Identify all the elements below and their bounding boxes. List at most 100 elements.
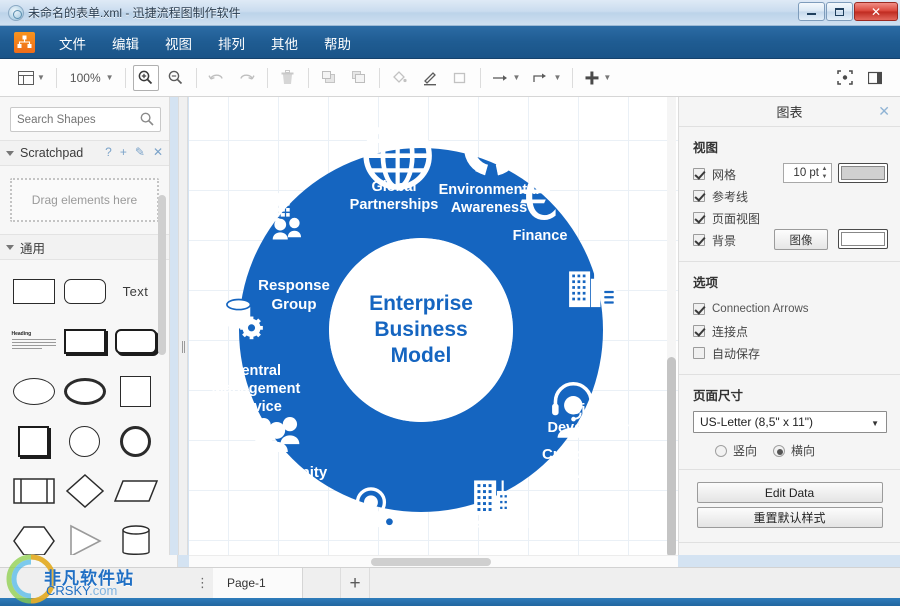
search-input[interactable] bbox=[17, 108, 132, 131]
grid-size-input[interactable]: 10 pt ▲▼ bbox=[783, 163, 832, 183]
shape-triangle[interactable] bbox=[63, 526, 107, 555]
scratchpad-header[interactable]: Scratchpad ? + ✎ ✕ bbox=[0, 140, 169, 166]
fullscreen-button[interactable] bbox=[832, 65, 858, 91]
segment-label-line: Community bbox=[245, 464, 328, 481]
menu-arrange[interactable]: 排列 bbox=[205, 29, 258, 57]
arrow-style-button[interactable]: ▼ bbox=[488, 65, 525, 91]
connection-arrows-checkbox[interactable] bbox=[693, 303, 705, 315]
general-shapes-header[interactable]: 通用 bbox=[0, 234, 169, 260]
zoom-out-button[interactable] bbox=[163, 65, 189, 91]
shape-diamond[interactable] bbox=[63, 476, 107, 506]
orientation-portrait[interactable]: 竖向 bbox=[715, 442, 757, 459]
shape-circle[interactable] bbox=[63, 426, 107, 456]
edit-data-button[interactable]: Edit Data bbox=[697, 482, 883, 503]
view-layout-button[interactable]: ▼ bbox=[14, 65, 49, 91]
orientation-landscape[interactable]: 横向 bbox=[773, 442, 815, 459]
shapes-scrollbar-thumb[interactable] bbox=[158, 195, 166, 355]
close-icon[interactable]: ✕ bbox=[153, 145, 163, 159]
shape-rounded-rectangle[interactable] bbox=[63, 276, 107, 306]
shape-ellipse-thick[interactable] bbox=[63, 376, 107, 406]
shape-text[interactable]: Text bbox=[114, 276, 158, 306]
sidebar-splitter[interactable] bbox=[178, 97, 188, 555]
portrait-radio[interactable] bbox=[715, 445, 727, 457]
trash-icon bbox=[281, 70, 294, 85]
connection-points-checkbox[interactable] bbox=[693, 325, 705, 337]
shape-text-label: Text bbox=[123, 284, 149, 299]
shape-cylinder[interactable] bbox=[114, 526, 158, 555]
search-box[interactable] bbox=[10, 107, 161, 132]
menu-items: 文件 编辑 视图 排列 其他 帮助 bbox=[46, 26, 364, 59]
help-icon[interactable]: ? bbox=[105, 145, 112, 159]
toggle-panel-button[interactable] bbox=[862, 65, 888, 91]
scrollbar-thumb[interactable] bbox=[667, 357, 676, 555]
guides-checkbox[interactable] bbox=[693, 190, 705, 202]
page-menu-icon[interactable]: ⋮ bbox=[196, 576, 209, 589]
insert-button[interactable]: ▼ bbox=[580, 65, 615, 91]
grid-checkbox[interactable] bbox=[693, 168, 705, 180]
background-image-button[interactable]: 图像 bbox=[774, 229, 828, 250]
undo-button[interactable] bbox=[204, 65, 230, 91]
fill-color-button[interactable] bbox=[387, 65, 413, 91]
elbow-connector-icon bbox=[532, 71, 550, 85]
shape-circle-thick[interactable] bbox=[114, 426, 158, 456]
shape-hexagon[interactable] bbox=[12, 526, 56, 555]
segment-label-line: Group bbox=[272, 296, 317, 313]
shape-process[interactable] bbox=[12, 476, 56, 506]
landscape-radio[interactable] bbox=[773, 445, 785, 457]
canvas-vertical-scrollbar[interactable] bbox=[667, 97, 676, 555]
segment-finance[interactable]: € Finance bbox=[513, 161, 568, 244]
menu-edit[interactable]: 编辑 bbox=[99, 29, 152, 57]
page-tab-label: Page-1 bbox=[227, 576, 266, 590]
zoom-level-button[interactable]: 100% ▼ bbox=[64, 65, 118, 91]
redo-button[interactable] bbox=[234, 65, 260, 91]
close-button[interactable]: ✕ bbox=[854, 2, 898, 21]
maximize-button[interactable] bbox=[826, 2, 853, 21]
delete-button[interactable] bbox=[275, 65, 301, 91]
shadow-button[interactable] bbox=[447, 65, 473, 91]
menu-extras[interactable]: 其他 bbox=[258, 29, 311, 57]
zoom-in-button[interactable] bbox=[133, 65, 159, 91]
send-to-back-button[interactable] bbox=[346, 65, 372, 91]
shape-rectangle[interactable] bbox=[12, 276, 56, 306]
spinner-arrows-icon[interactable]: ▲▼ bbox=[819, 165, 830, 181]
autosave-checkbox[interactable] bbox=[693, 347, 705, 359]
shape-parallelogram[interactable] bbox=[114, 476, 158, 506]
page-tab-page-1[interactable]: Page-1 bbox=[213, 568, 303, 598]
grid-color-swatch[interactable] bbox=[838, 163, 888, 183]
shape-square-shadow[interactable] bbox=[12, 426, 56, 456]
scrollbar-thumb[interactable] bbox=[371, 558, 491, 566]
background-checkbox[interactable] bbox=[693, 234, 705, 246]
reset-default-style-button[interactable]: 重置默认样式 bbox=[697, 507, 883, 528]
scratchpad-dropzone[interactable]: Drag elements here bbox=[10, 178, 159, 222]
diagram-canvas[interactable]: Enterprise Business Model Global Partner… bbox=[189, 97, 678, 555]
shape-heading-text[interactable]: Heading bbox=[12, 326, 56, 356]
close-icon: ✕ bbox=[855, 3, 897, 20]
line-color-button[interactable] bbox=[417, 65, 443, 91]
shape-rectangle-shadow[interactable] bbox=[63, 326, 107, 356]
close-icon[interactable]: ✕ bbox=[878, 103, 890, 120]
menu-file[interactable]: 文件 bbox=[46, 29, 99, 57]
waypoint-style-button[interactable]: ▼ bbox=[528, 65, 565, 91]
send-to-back-icon bbox=[351, 70, 367, 85]
bring-to-front-button[interactable] bbox=[316, 65, 342, 91]
canvas-horizontal-scrollbar[interactable] bbox=[189, 555, 678, 567]
edit-icon[interactable]: ✎ bbox=[135, 145, 145, 159]
toolbar-separator bbox=[56, 68, 57, 88]
shape-square[interactable] bbox=[114, 376, 158, 406]
minimize-button[interactable] bbox=[798, 2, 825, 21]
shape-row bbox=[0, 416, 169, 466]
shape-rounded-rectangle-shadow[interactable] bbox=[114, 326, 158, 356]
format-panel: 图表 ✕ 视图 网格 10 pt ▲▼ 参考线 页面视图 bbox=[678, 97, 900, 555]
view-section: 视图 网格 10 pt ▲▼ 参考线 页面视图 背景 图 bbox=[679, 127, 900, 262]
add-icon[interactable]: + bbox=[120, 145, 127, 159]
menu-view[interactable]: 视图 bbox=[152, 29, 205, 57]
enterprise-business-model-diagram[interactable]: Enterprise Business Model Global Partner… bbox=[189, 97, 678, 555]
menu-help[interactable]: 帮助 bbox=[311, 29, 364, 57]
add-page-button[interactable]: + bbox=[340, 568, 370, 598]
page-size-select[interactable]: US-Letter (8,5" x 11") ▼ bbox=[693, 411, 887, 433]
grid-row: 网格 10 pt ▲▼ bbox=[693, 163, 888, 185]
page-view-checkbox[interactable] bbox=[693, 212, 705, 224]
shape-ellipse[interactable] bbox=[12, 376, 56, 406]
grid-label: 网格 bbox=[712, 166, 736, 183]
background-color-swatch[interactable] bbox=[838, 229, 888, 249]
